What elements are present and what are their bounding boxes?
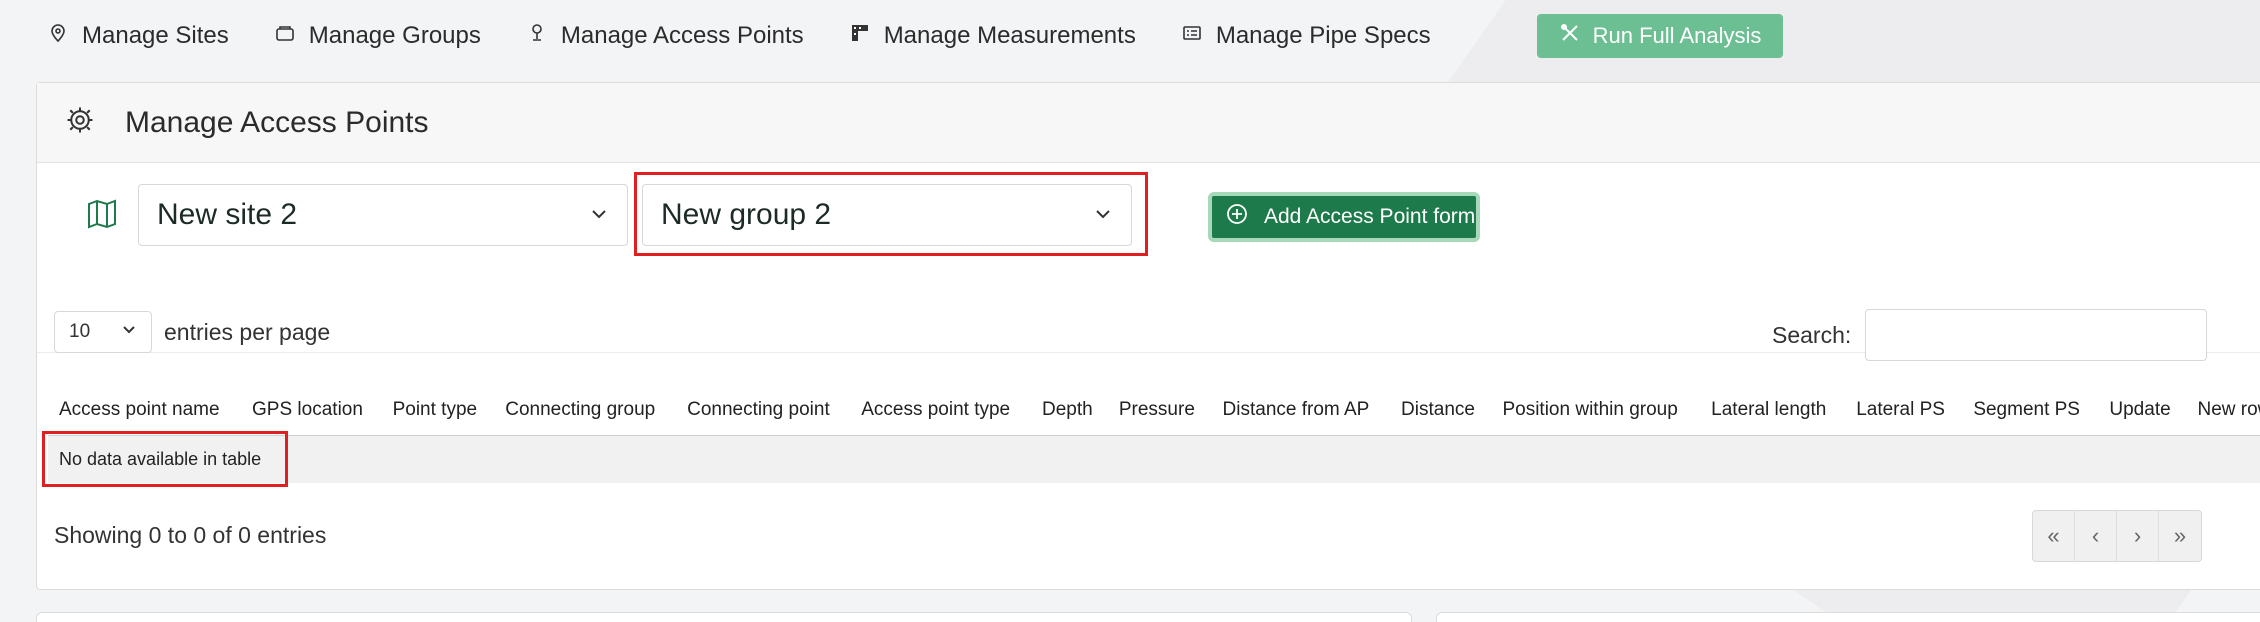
column-header[interactable]: Segment PS [1962, 385, 2099, 436]
empty-table-message: No data available in table [48, 435, 2260, 483]
card-header: Manage Access Points [37, 83, 2260, 163]
add-button-label: Add Access Point form [1264, 205, 1476, 228]
column-header[interactable]: GPS location [241, 385, 382, 436]
lower-card-right [1436, 612, 2260, 622]
nav-label: Manage Access Points [560, 22, 804, 49]
table-row: No data available in table [48, 435, 2260, 483]
pagination: « ‹ › » [2032, 510, 2202, 562]
folder-icon [275, 22, 295, 50]
column-header[interactable]: Pressure [1107, 385, 1212, 436]
lower-card-left [36, 612, 1412, 622]
nav-manage-pipe-specs[interactable]: Manage Pipe Specs [1182, 22, 1431, 50]
nav-label: Manage Measurements [883, 22, 1136, 49]
nav-manage-sites[interactable]: Manage Sites [48, 22, 229, 50]
group-select[interactable]: New group 2 [642, 184, 1132, 246]
chevron-down-icon [121, 321, 137, 343]
column-header[interactable]: Position within group [1491, 385, 1701, 436]
nav-manage-measurements[interactable]: Manage Measurements [850, 22, 1136, 50]
entries-label: entries per page [164, 318, 331, 345]
column-header[interactable]: Access point name [48, 385, 242, 436]
previous-page-button[interactable]: ‹ [2075, 511, 2117, 561]
page-title: Manage Access Points [125, 105, 429, 139]
column-header[interactable]: Point type [381, 385, 495, 436]
column-header[interactable]: Connecting point [676, 385, 851, 436]
last-page-button[interactable]: » [2159, 511, 2201, 561]
column-header[interactable]: Access point type [850, 385, 1031, 436]
location-pin-icon [48, 22, 68, 50]
chevron-down-icon [1093, 198, 1113, 232]
showing-info: Showing 0 to 0 of 0 entries [54, 522, 327, 548]
list-card-icon [1182, 22, 1202, 50]
first-page-button[interactable]: « [2033, 511, 2075, 561]
tools-icon [1559, 22, 1581, 50]
site-select[interactable]: New site 2 [138, 184, 628, 246]
column-header[interactable]: New row [2186, 385, 2260, 436]
column-header[interactable]: Connecting group [494, 385, 677, 436]
site-select-value: New site 2 [157, 198, 298, 231]
table-header-row: Access point name GPS location Point typ… [48, 385, 2260, 436]
nav-manage-access-points[interactable]: Manage Access Points [527, 22, 804, 50]
add-access-point-form-button[interactable]: Add Access Point form [1208, 192, 1480, 242]
group-select-value: New group 2 [661, 198, 832, 231]
search-input[interactable] [1865, 309, 2208, 361]
run-full-analysis-button[interactable]: Run Full Analysis [1536, 14, 1784, 58]
plus-circle-icon [1226, 203, 1248, 231]
column-header[interactable]: Lateral PS [1845, 385, 1963, 436]
entries-select-value: 10 [69, 321, 91, 342]
nav-label: Manage Sites [82, 22, 229, 49]
top-navigation: Manage Sites Manage Groups Manage Access… [0, 0, 2260, 72]
chevron-down-icon [589, 198, 609, 232]
access-points-table: Access point name GPS location Point typ… [48, 385, 2260, 483]
nav-manage-groups[interactable]: Manage Groups [275, 22, 481, 50]
entries-select[interactable]: 10 [54, 311, 152, 353]
nav-label: Manage Groups [308, 22, 481, 49]
run-button-label: Run Full Analysis [1592, 23, 1762, 48]
search-area: Search: [1772, 309, 2208, 361]
search-label: Search: [1772, 321, 1852, 348]
column-header[interactable]: Update [2098, 385, 2187, 436]
gear-icon [65, 105, 95, 140]
column-header[interactable]: Lateral length [1700, 385, 1846, 436]
entries-per-page: 10 entries per page [54, 311, 330, 353]
access-point-icon [527, 22, 547, 50]
ruler-icon [850, 22, 870, 50]
next-page-button[interactable]: › [2117, 511, 2159, 561]
map-icon [86, 198, 118, 235]
nav-label: Manage Pipe Specs [1215, 22, 1431, 49]
column-header[interactable]: Distance [1390, 385, 1492, 436]
column-header[interactable]: Depth [1030, 385, 1108, 436]
column-header[interactable]: Distance from AP [1211, 385, 1391, 436]
